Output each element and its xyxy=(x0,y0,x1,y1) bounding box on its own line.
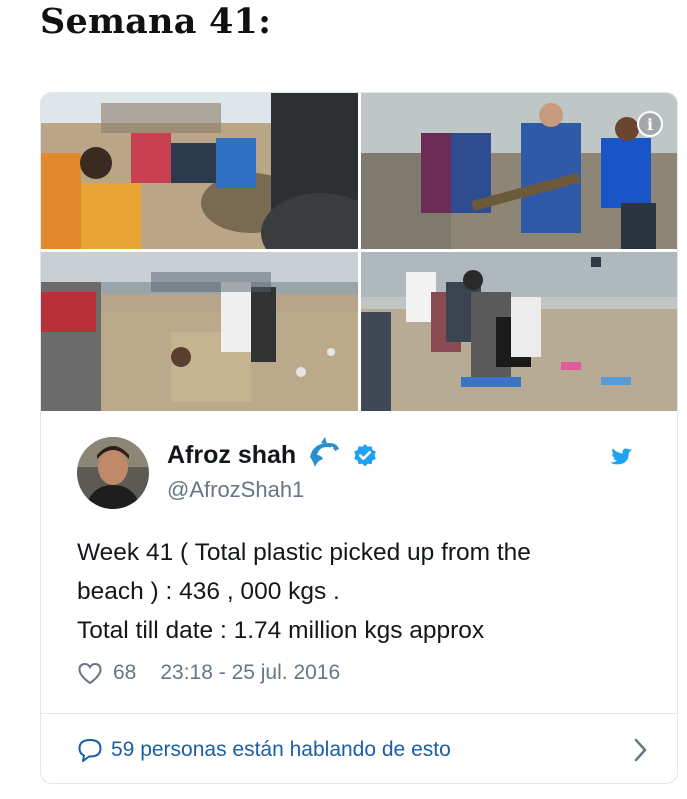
tweet-photo-4[interactable] xyxy=(361,252,677,411)
embedded-tweet-card[interactable]: i Afroz shah @AfrozShah1 Week 41 (Total… xyxy=(40,92,678,784)
twitter-bird-icon[interactable] xyxy=(609,443,639,469)
tweet-text: Week 41 ( Total plastic picked up from t… xyxy=(77,533,657,650)
tweet-timestamp[interactable]: 23:18 - 25 jul. 2016 xyxy=(160,658,340,688)
verified-badge-icon xyxy=(354,444,376,467)
tweet-meta: 68 23:18 - 25 jul. 2016 xyxy=(77,658,340,688)
tweet-media-grid[interactable]: i xyxy=(41,93,677,411)
info-icon[interactable]: i xyxy=(637,111,663,137)
author-handle[interactable]: @AfrozShah1 xyxy=(167,476,304,504)
author-avatar[interactable] xyxy=(77,437,149,509)
card-divider xyxy=(41,713,677,714)
conversation-link[interactable]: 59 personas están hablando de esto xyxy=(77,733,649,767)
dolphin-emoji-icon xyxy=(310,437,339,467)
speech-bubble-icon xyxy=(78,739,102,762)
like-count[interactable]: 68 xyxy=(113,658,136,688)
author-name[interactable]: Afroz shah xyxy=(167,439,296,471)
tweet-photo-1[interactable] xyxy=(41,93,358,249)
heart-icon[interactable] xyxy=(77,661,103,685)
tweet-text-line: Total till date : 1.74 million kgs appro… xyxy=(77,617,485,644)
tweet-photo-2[interactable]: i xyxy=(361,93,677,249)
page-heading: Semana 41: xyxy=(40,1,272,42)
tweet-text-line: Week 41 ( Total plastic picked up from t… xyxy=(77,539,531,566)
chevron-right-icon[interactable] xyxy=(633,737,649,763)
tweet-text-line: beach ) : 436 , 000 kgs . xyxy=(77,578,340,605)
tweet-photo-3[interactable] xyxy=(41,252,358,411)
conversation-label[interactable]: 59 personas están hablando de esto xyxy=(111,738,451,762)
